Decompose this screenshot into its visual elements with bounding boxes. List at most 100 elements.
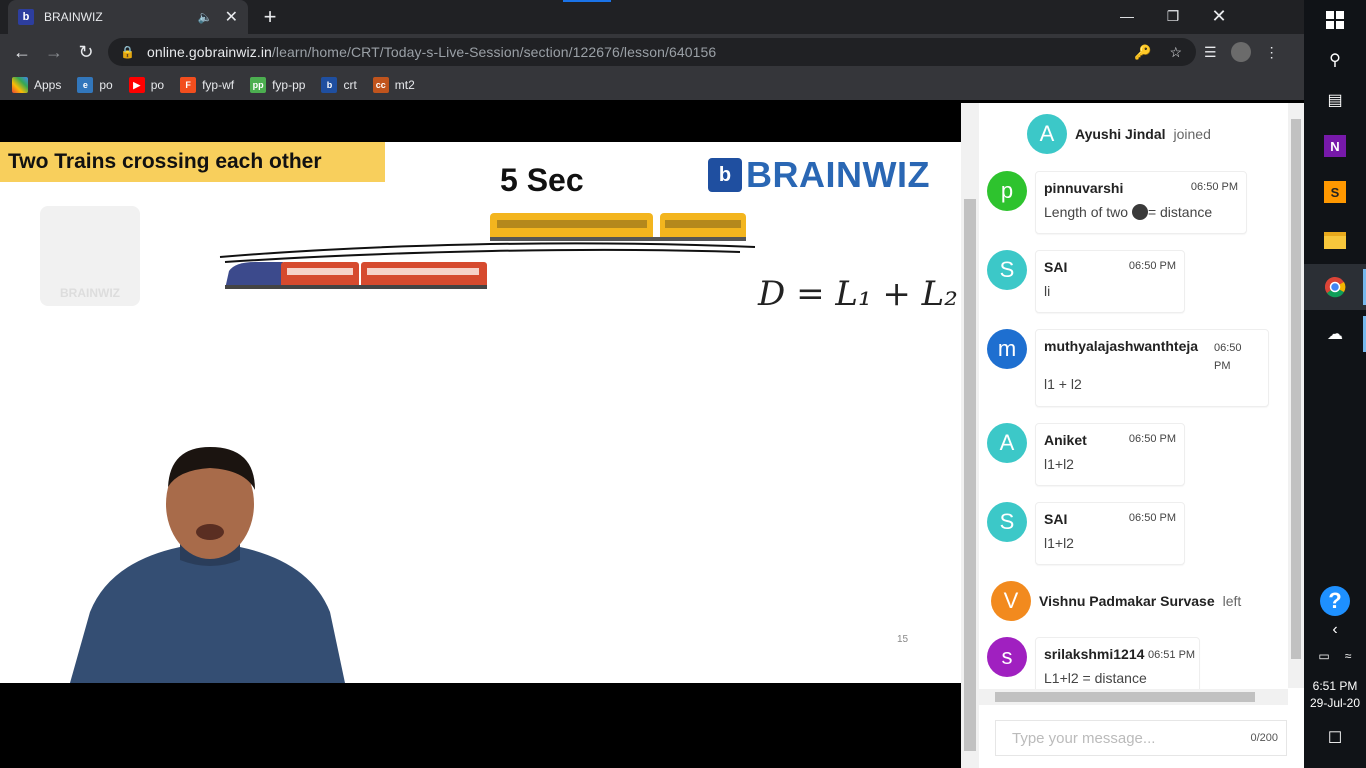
slide-page-number: 15 <box>897 634 909 645</box>
url-path: /learn/home/CRT/Today-s-Live-Session/sec… <box>271 44 717 60</box>
minimize-icon[interactable]: — <box>1104 0 1150 32</box>
chat-scrollbar[interactable] <box>1288 103 1304 688</box>
chat-system-joined: A Ayushi Jindal joined <box>1027 114 1211 154</box>
tab-title: BRAINWIZ <box>44 10 103 24</box>
file-explorer-icon[interactable] <box>1323 228 1347 252</box>
close-window-icon[interactable]: ✕ <box>1196 0 1242 32</box>
page-scrollbar[interactable] <box>961 103 979 768</box>
apps-grid-icon <box>12 77 28 93</box>
close-tab-icon[interactable]: ✕ <box>225 7 238 27</box>
pp-icon: pp <box>250 77 267 93</box>
instructor-video <box>70 447 345 683</box>
brainwiz-logo-icon: b <box>708 158 742 192</box>
avatar: V <box>991 581 1031 621</box>
participant-action: joined <box>1173 126 1211 142</box>
chat-message: SAI 06:50 PM li <box>1035 250 1185 313</box>
sublime-text-icon[interactable]: S <box>1323 180 1347 204</box>
chat-time: 06:50 PM <box>1214 342 1242 372</box>
chat-message: SAI 06:50 PM l1+l2 <box>1035 502 1185 565</box>
battery-icon[interactable]: ▭ <box>1312 644 1336 668</box>
avatar: p <box>987 171 1027 211</box>
chevron-left-icon[interactable]: ‹ <box>1323 618 1347 642</box>
avatar: A <box>987 423 1027 463</box>
brand-name: BRAINWIZ <box>746 154 930 195</box>
back-arrow-icon[interactable]: ← <box>8 34 36 70</box>
brainwiz-brand: b BRAINWIZ <box>708 154 930 196</box>
cc-icon: cc <box>372 77 389 93</box>
url-domain: online.gobrainwiz.in <box>146 44 272 60</box>
chat-message-field[interactable]: 0/200 <box>995 720 1287 756</box>
chat-clip: s srilakshmi1214 06:51 PM L1+l2 = distan… <box>979 633 1288 689</box>
chat-text: l1+l2 <box>1044 456 1074 472</box>
windows-taskbar: ⚲ ▤ N S ☁ ? ‹ ▭ ≈ 6:51 PM 29-Jul-20 ☐ <box>1304 0 1366 768</box>
participant-action: left <box>1222 593 1242 609</box>
chat-horizontal-scrollbar[interactable] <box>979 689 1288 705</box>
chat-system-left: V Vishnu Padmakar Survase left <box>991 581 1241 621</box>
chat-time: 06:50 PM <box>1128 260 1176 272</box>
bookmark-crt[interactable]: b crt <box>321 77 357 93</box>
new-tab-button[interactable]: + <box>258 3 282 31</box>
chat-message: srilakshmi1214 06:51 PM L1+l2 = distance <box>1035 637 1200 689</box>
chat-time: 06:50 PM <box>1128 433 1176 445</box>
window-controls: — ❐ ✕ <box>1104 0 1242 32</box>
browser-tab[interactable]: b BRAINWIZ 🔈 ✕ <box>8 0 248 34</box>
chat-message: muthyalajashwanthteja 06:50 PM l1 + l2 <box>1035 329 1269 407</box>
handwritten-formula: D = L₁ + L₂ <box>758 274 958 314</box>
chat-time: 06:50 PM <box>1128 512 1176 524</box>
chat-text: l1+l2 <box>1044 535 1074 551</box>
windows-start-icon[interactable] <box>1323 8 1347 32</box>
avatar: A <box>1027 114 1067 154</box>
task-view-icon[interactable]: ▤ <box>1323 88 1347 112</box>
chat-time: 06:50 PM <box>1190 181 1238 193</box>
taskbar-clock[interactable]: 6:51 PM 29-Jul-20 <box>1304 678 1366 712</box>
avatar: s <box>987 637 1027 677</box>
bookmark-fyp-wf[interactable]: Ffyp-wf <box>180 77 234 93</box>
wifi-icon[interactable]: ≈ <box>1336 644 1360 668</box>
chrome-icon[interactable] <box>1323 275 1347 299</box>
menu-kebab-icon[interactable]: ⋮ <box>1265 44 1279 61</box>
slide-time-label: 5 Sec <box>500 162 584 198</box>
bookmark-apps[interactable]: Apps <box>12 77 61 93</box>
chat-message-input[interactable] <box>1012 729 1251 747</box>
chat-text: Length of two = distance <box>1044 204 1213 220</box>
bookmark-fyp-pp[interactable]: pp fyp-pp <box>250 77 305 93</box>
brainwiz-favicon-icon: b <box>18 9 34 25</box>
red-train-icon <box>225 262 487 289</box>
key-icon[interactable]: 🔑 <box>1134 44 1151 61</box>
participant-name: Vishnu Padmakar Survase <box>1039 593 1215 609</box>
photos-icon[interactable]: ☁ <box>1323 322 1347 346</box>
bookmarks-bar: Apps e po ▶ po Ffyp-wf pp fyp-pp b crt cc mt2 <box>0 70 1304 100</box>
avatar: S <box>987 250 1027 290</box>
avatar: S <box>987 502 1027 542</box>
participant-name: Ayushi Jindal <box>1075 126 1166 142</box>
lesson-slide: Two Trains crossing each other 5 Sec b B… <box>0 142 961 683</box>
restore-icon[interactable]: ❐ <box>1150 0 1196 32</box>
search-icon[interactable]: ⚲ <box>1323 48 1347 72</box>
bookmark-mt2[interactable]: cc mt2 <box>372 77 415 93</box>
lock-icon: 🔒 <box>120 45 135 59</box>
youtube-icon: ▶ <box>128 77 145 93</box>
speaker-icon[interactable]: 🔈 <box>198 10 213 24</box>
chat-text: L1+l2 = distance <box>1044 670 1147 686</box>
address-bar[interactable]: 🔒 online.gobrainwiz.in/learn/home/CRT/To… <box>108 38 1196 66</box>
figma-icon: F <box>180 77 197 93</box>
bookmark-po-youtube[interactable]: ▶ po <box>128 77 164 93</box>
chat-text: li <box>1044 283 1051 299</box>
onenote-icon[interactable]: N <box>1323 134 1347 158</box>
action-center-icon[interactable]: ☐ <box>1323 726 1347 750</box>
chat-message: Aniket 06:50 PM l1+l2 <box>1035 423 1185 486</box>
brainwiz-watermark: BRAINWIZ <box>40 206 140 306</box>
reload-icon[interactable]: ↻ <box>72 34 100 70</box>
chat-message: pinnuvarshi 06:50 PM Length of two = dis… <box>1035 171 1247 234</box>
bookmark-star-icon[interactable]: ☆ <box>1169 44 1182 61</box>
bookmark-po-edge[interactable]: e po <box>77 77 113 93</box>
help-icon[interactable]: ? <box>1320 586 1350 616</box>
tab-strip-indicator <box>563 0 611 2</box>
clock-date: 29-Jul-20 <box>1309 696 1361 710</box>
browser-tab-bar: b BRAINWIZ 🔈 ✕ + — ❐ ✕ <box>0 0 1304 34</box>
forward-arrow-icon[interactable]: → <box>40 34 68 70</box>
profile-avatar[interactable] <box>1230 42 1251 62</box>
chat-panel: A Ayushi Jindal joined p pinnuvarshi 06:… <box>961 103 1304 768</box>
char-counter: 0/200 <box>1250 732 1278 744</box>
media-queue-icon[interactable]: ☰ <box>1204 44 1217 61</box>
